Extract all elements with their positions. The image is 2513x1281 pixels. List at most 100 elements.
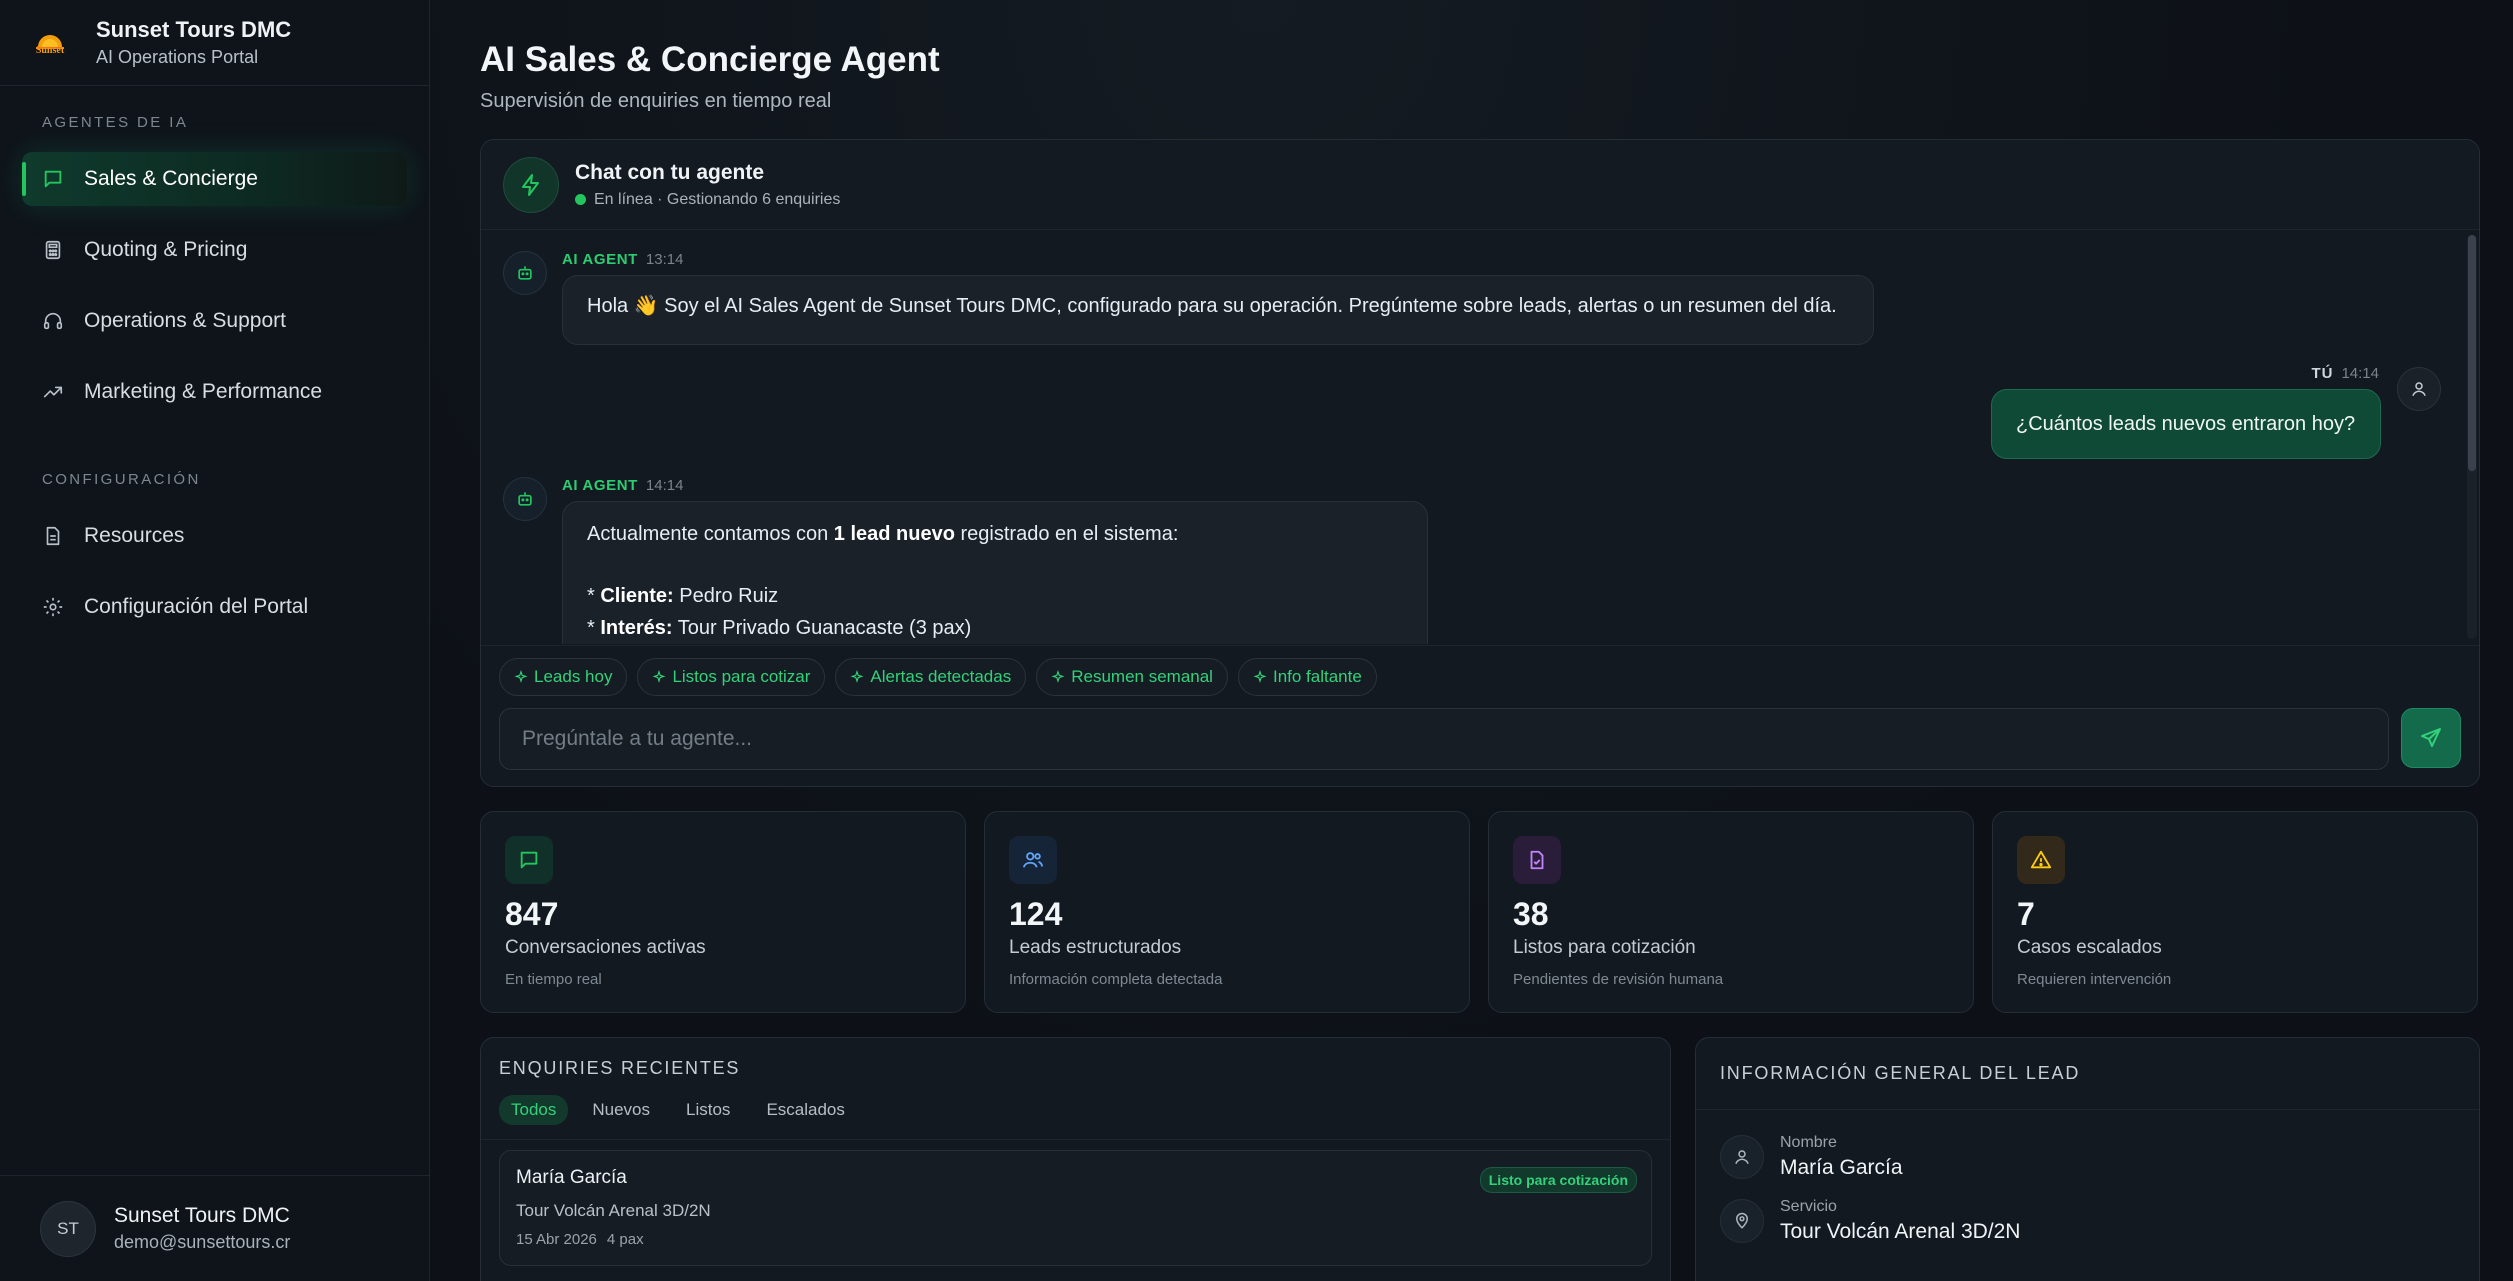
stat-note: Requieren intervención bbox=[2017, 971, 2172, 988]
stat-label: Listos para cotización bbox=[1513, 937, 1696, 958]
message-meta: AI AGENT 13:14 bbox=[562, 251, 683, 268]
list-item[interactable]: María García Listo para cotización Tour … bbox=[499, 1150, 1652, 1266]
stat-label: Conversaciones activas bbox=[505, 937, 706, 958]
tab-escalados[interactable]: Escalados bbox=[754, 1095, 856, 1125]
lead-field-key: Nombre bbox=[1780, 1134, 1837, 1151]
enquiry-meta: 15 Abr 2026 4 pax bbox=[516, 1231, 1635, 1248]
chip-listos-cotizar[interactable]: Listos para cotizar bbox=[637, 657, 826, 696]
message-meta: AI AGENT 14:14 bbox=[562, 477, 683, 494]
lead-info-title: INFORMACIÓN GENERAL DEL LEAD bbox=[1720, 1063, 2081, 1083]
stat-card-leads[interactable]: 124 Leads estructurados Información comp… bbox=[984, 811, 1470, 1013]
stat-note: En tiempo real bbox=[505, 971, 602, 988]
chip-resumen-semanal[interactable]: Resumen semanal bbox=[1036, 657, 1228, 696]
lead-field-value: María García bbox=[1780, 1156, 1903, 1179]
users-icon bbox=[1009, 836, 1057, 884]
chip-leads-hoy[interactable]: Leads hoy bbox=[499, 657, 628, 696]
chat-composer bbox=[499, 708, 2461, 770]
stat-card-escalated[interactable]: 7 Casos escalados Requieren intervención bbox=[1992, 811, 2478, 1013]
message-time: 14:14 bbox=[645, 477, 684, 494]
avatar: ST bbox=[40, 1200, 96, 1257]
enquiry-date: 15 Abr 2026 bbox=[516, 1231, 597, 1248]
online-dot-icon bbox=[575, 194, 586, 205]
message-time: 14:14 bbox=[2341, 365, 2379, 382]
chat-input[interactable] bbox=[499, 708, 2389, 770]
chat-header: Chat con tu agente En línea · Gestionand… bbox=[481, 140, 2479, 230]
brand-subtitle: AI Operations Portal bbox=[96, 47, 259, 67]
tab-nuevos[interactable]: Nuevos bbox=[580, 1095, 662, 1125]
chat-status-text: En línea · Gestionando 6 enquiries bbox=[594, 190, 841, 208]
sidebar-item-label: Sales & Concierge bbox=[84, 167, 258, 190]
lead-field-name: Nombre María García bbox=[1696, 1110, 2479, 1180]
sparkle-icon bbox=[652, 669, 666, 683]
sidebar: Sunset Sunset Tours DMC AI Operations Po… bbox=[0, 0, 430, 1281]
chat-title: Chat con tu agente bbox=[575, 160, 765, 184]
file-check-icon bbox=[1513, 836, 1561, 884]
quick-prompt-chips: Leads hoy Listos para cotizar Alertas de… bbox=[481, 645, 2479, 707]
sidebar-item-portal-settings[interactable]: Configuración del Portal bbox=[22, 580, 407, 634]
sidebar-item-resources[interactable]: Resources bbox=[22, 509, 407, 563]
bottom-row: ENQUIRIES RECIENTES Todos Nuevos Listos … bbox=[480, 1037, 2480, 1281]
stat-value: 7 bbox=[2017, 896, 2035, 932]
send-icon bbox=[2421, 728, 2441, 747]
status-badge: Listo para cotización bbox=[1479, 1167, 1637, 1193]
user-icon bbox=[2397, 367, 2441, 411]
stat-card-quote-ready[interactable]: 38 Listos para cotización Pendientes de … bbox=[1488, 811, 1974, 1013]
stat-note: Información completa detectada bbox=[1009, 971, 1223, 988]
agent-message-bubble: Hola 👋 Soy el AI Sales Agent de Sunset T… bbox=[562, 275, 1874, 345]
stat-value: 38 bbox=[1513, 896, 1549, 932]
lightning-icon bbox=[503, 156, 559, 213]
send-button[interactable] bbox=[2401, 708, 2461, 768]
chat-panel: Chat con tu agente En línea · Gestionand… bbox=[480, 139, 2480, 787]
chat-icon bbox=[505, 836, 553, 884]
brand-header[interactable]: Sunset Sunset Tours DMC AI Operations Po… bbox=[0, 0, 429, 86]
account-name: Sunset Tours DMC bbox=[114, 1204, 290, 1227]
nav-section-config: CONFIGURACIÓN bbox=[42, 471, 201, 488]
stats-row: 847 Conversaciones activas En tiempo rea… bbox=[480, 811, 2480, 1013]
lead-field-service: Servicio Tour Volcán Arenal 3D/2N bbox=[1696, 1180, 2479, 1244]
sidebar-item-label: Quoting & Pricing bbox=[84, 238, 248, 261]
trend-icon bbox=[42, 381, 64, 403]
agent-message-bubble: Actualmente contamos con 1 lead nuevo re… bbox=[562, 501, 1428, 644]
chat-scroll-thumb[interactable] bbox=[2468, 235, 2476, 471]
gear-icon bbox=[42, 596, 64, 618]
main-content: AI Sales & Concierge Agent Supervisión d… bbox=[430, 0, 2513, 1281]
stat-card-conversations[interactable]: 847 Conversaciones activas En tiempo rea… bbox=[480, 811, 966, 1013]
message-line-client: * Cliente: Pedro Ruiz bbox=[587, 585, 779, 607]
stat-value: 124 bbox=[1009, 896, 1063, 932]
sparkle-icon bbox=[514, 669, 528, 683]
chip-alertas[interactable]: Alertas detectadas bbox=[835, 657, 1027, 696]
bot-icon bbox=[503, 477, 547, 521]
brand-name: Sunset Tours DMC bbox=[96, 17, 292, 42]
chat-scrollbar[interactable] bbox=[2467, 235, 2477, 639]
bot-icon bbox=[503, 251, 547, 295]
document-icon bbox=[42, 525, 64, 547]
sidebar-item-quoting-pricing[interactable]: Quoting & Pricing bbox=[22, 223, 407, 277]
tab-listos[interactable]: Listos bbox=[674, 1095, 742, 1125]
message-line-interest: * Interés: Tour Privado Guanacaste (3 pa… bbox=[587, 617, 972, 639]
chip-info-faltante[interactable]: Info faltante bbox=[1237, 657, 1377, 696]
logo-text: Sunset bbox=[35, 44, 65, 56]
nav-section-agents: AGENTES DE IA bbox=[42, 114, 189, 131]
page-subtitle: Supervisión de enquiries en tiempo real bbox=[480, 90, 832, 112]
sidebar-item-sales-concierge[interactable]: Sales & Concierge bbox=[22, 152, 407, 206]
enquiries-title: ENQUIRIES RECIENTES bbox=[499, 1058, 741, 1078]
message-sender: TÚ bbox=[2311, 365, 2334, 382]
sidebar-item-marketing-performance[interactable]: Marketing & Performance bbox=[22, 365, 407, 419]
alert-icon bbox=[2017, 836, 2065, 884]
sidebar-item-label: Marketing & Performance bbox=[84, 380, 323, 403]
stat-label: Leads estructurados bbox=[1009, 937, 1182, 958]
lead-field-value: Tour Volcán Arenal 3D/2N bbox=[1780, 1220, 2021, 1243]
message-intro: Actualmente contamos con 1 lead nuevo re… bbox=[587, 523, 1179, 545]
message-list[interactable]: AI AGENT 13:14 Hola 👋 Soy el AI Sales Age… bbox=[481, 231, 2479, 644]
enquiry-tour: Tour Volcán Arenal 3D/2N bbox=[516, 1201, 711, 1220]
lead-info-panel: INFORMACIÓN GENERAL DEL LEAD Nombre Marí… bbox=[1695, 1037, 2480, 1281]
message-time: 13:14 bbox=[645, 251, 684, 268]
account-footer[interactable]: ST Sunset Tours DMC demo@sunsettours.cr bbox=[0, 1175, 429, 1281]
sidebar-item-operations-support[interactable]: Operations & Support bbox=[22, 294, 407, 348]
calculator-icon bbox=[42, 239, 64, 261]
recent-enquiries-panel: ENQUIRIES RECIENTES Todos Nuevos Listos … bbox=[480, 1037, 1671, 1281]
sparkle-icon bbox=[1051, 669, 1065, 683]
sidebar-item-label: Resources bbox=[84, 524, 185, 547]
tab-todos[interactable]: Todos bbox=[499, 1095, 569, 1125]
stat-note: Pendientes de revisión humana bbox=[1513, 971, 1724, 988]
